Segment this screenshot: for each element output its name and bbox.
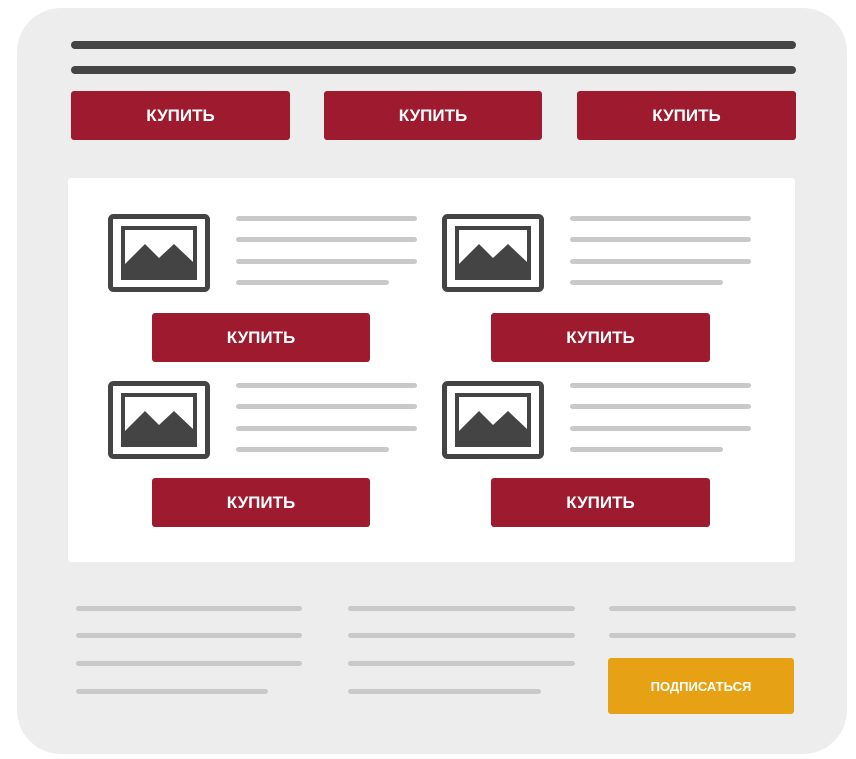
product-text-line <box>236 426 417 431</box>
footer-text-line <box>348 633 575 638</box>
image-icon <box>108 214 210 292</box>
product-text-line <box>236 237 417 242</box>
product-text-line <box>236 447 389 452</box>
footer-text-line <box>76 689 268 694</box>
footer-text-line <box>609 633 796 638</box>
product-text-line <box>570 383 751 388</box>
product-text-line <box>236 383 417 388</box>
product-text-line <box>570 447 723 452</box>
header-buy-button-3[interactable]: КУПИТЬ <box>577 91 796 140</box>
footer-text-line <box>76 661 302 666</box>
product-text-line <box>570 259 751 264</box>
product-text-line <box>570 404 751 409</box>
header-buy-button-1[interactable]: КУПИТЬ <box>71 91 290 140</box>
product-text-line <box>570 216 751 221</box>
footer-text-line <box>348 661 575 666</box>
product-text-line <box>570 280 723 285</box>
image-icon <box>442 214 544 292</box>
subscribe-button[interactable]: ПОДПИСАТЬСЯ <box>608 658 794 714</box>
product-text-line <box>236 280 389 285</box>
product-text-line <box>236 216 417 221</box>
product-buy-button-4[interactable]: КУПИТЬ <box>491 478 710 527</box>
image-icon <box>442 381 544 459</box>
product-buy-button-1[interactable]: КУПИТЬ <box>152 313 370 362</box>
product-text-line <box>236 259 417 264</box>
product-text-line <box>570 426 751 431</box>
product-text-line <box>570 237 751 242</box>
header-bar-bottom <box>71 66 796 74</box>
footer-text-line <box>348 606 575 611</box>
header-bar-top <box>71 41 796 49</box>
footer-text-line <box>348 689 541 694</box>
product-text-line <box>236 404 417 409</box>
product-buy-button-3[interactable]: КУПИТЬ <box>152 478 370 527</box>
header-buy-button-2[interactable]: КУПИТЬ <box>324 91 542 140</box>
footer-text-line <box>76 633 302 638</box>
footer-text-line <box>76 606 302 611</box>
image-icon <box>108 381 210 459</box>
footer-text-line <box>609 606 796 611</box>
product-buy-button-2[interactable]: КУПИТЬ <box>491 313 710 362</box>
